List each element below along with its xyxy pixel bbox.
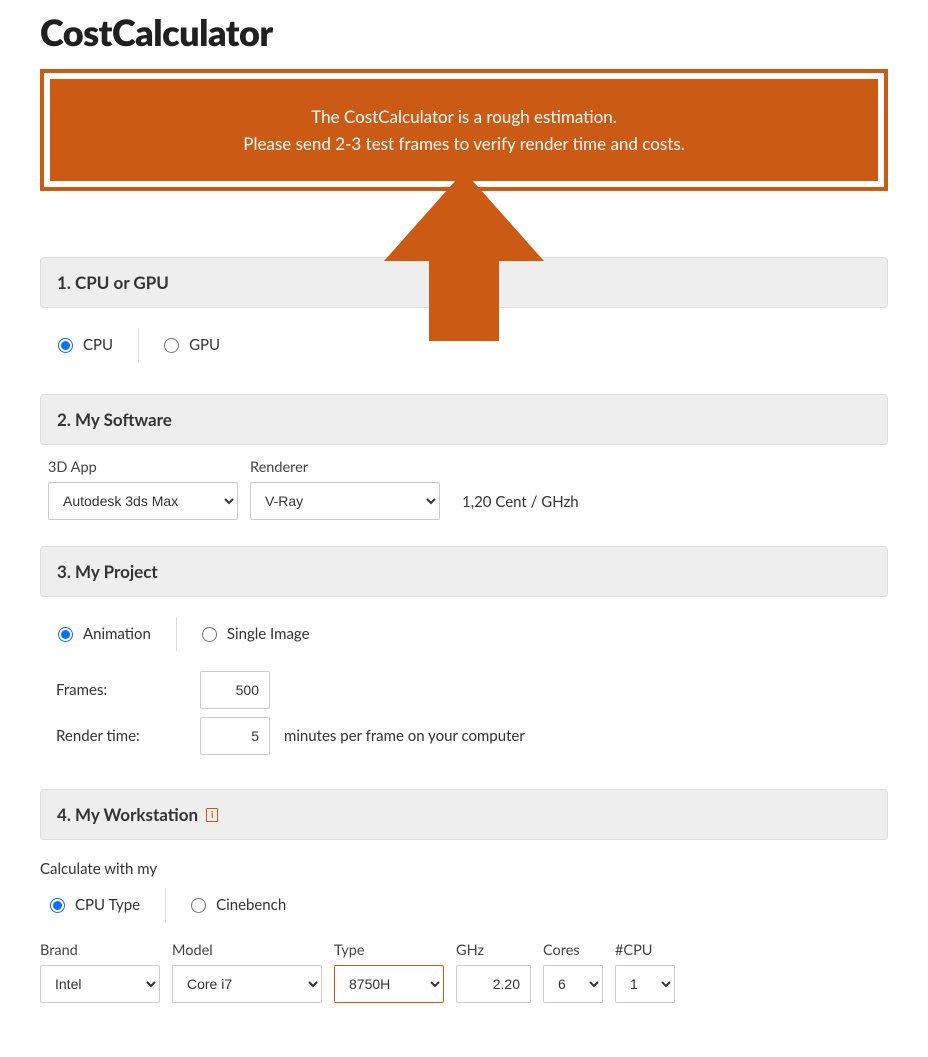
model-label: Model	[172, 942, 322, 959]
brand-select[interactable]: Intel	[40, 965, 160, 1003]
radio-single-image-label: Single Image	[227, 625, 310, 643]
warning-banner: The CostCalculator is a rough estimation…	[40, 69, 888, 191]
price-text: 1,20 Cent / GHzh	[452, 493, 579, 520]
rendertime-hint: minutes per frame on your computer	[284, 727, 525, 745]
section-project-body: Animation Single Image Frames: Render ti…	[40, 597, 888, 777]
section-heading: 2. My Software	[57, 409, 172, 430]
section-cpu-gpu-header: 1. CPU or GPU	[40, 257, 888, 308]
radio-cpu-type[interactable]: CPU Type	[50, 888, 166, 922]
cores-label: Cores	[543, 942, 603, 959]
renderer-label: Renderer	[250, 459, 440, 476]
ncpu-select[interactable]: 1	[615, 965, 675, 1003]
radio-cpu-input[interactable]	[58, 338, 73, 353]
section-cpu-gpu-body: CPU GPU	[40, 308, 888, 382]
section-heading: 4. My Workstation	[57, 804, 198, 825]
radio-animation-label: Animation	[83, 625, 151, 643]
rendertime-label: Render time:	[56, 727, 186, 745]
info-icon[interactable]: i	[206, 808, 218, 822]
section-heading: 1. CPU or GPU	[57, 272, 169, 293]
radio-gpu-label: GPU	[189, 336, 220, 354]
radio-cpu-type-label: CPU Type	[75, 896, 140, 914]
radio-cinebench[interactable]: Cinebench	[191, 896, 311, 914]
section-software-body: 3D App Autodesk 3ds Max Renderer V-Ray 1…	[40, 445, 888, 534]
type-label: Type	[334, 942, 444, 959]
radio-cpu-type-input[interactable]	[50, 898, 65, 913]
radio-single-image-input[interactable]	[202, 627, 217, 642]
calc-with-label: Calculate with my	[40, 860, 880, 878]
frames-label: Frames:	[56, 681, 186, 699]
radio-cinebench-label: Cinebench	[216, 896, 286, 914]
radio-gpu-input[interactable]	[164, 338, 179, 353]
warning-banner-inner: The CostCalculator is a rough estimation…	[50, 79, 878, 181]
radio-animation[interactable]: Animation	[58, 617, 177, 651]
section-workstation-header: 4. My Workstation i	[40, 789, 888, 840]
section-workstation-body: Calculate with my CPU Type Cinebench Bra…	[40, 840, 888, 1017]
cores-select[interactable]: 6	[543, 965, 603, 1003]
section-heading: 3. My Project	[57, 561, 158, 582]
app-select[interactable]: Autodesk 3ds Max	[48, 482, 238, 520]
radio-cpu[interactable]: CPU	[58, 328, 139, 362]
banner-line-2: Please send 2-3 test frames to verify re…	[70, 130, 858, 157]
type-select[interactable]: 8750H	[334, 965, 444, 1003]
page-title: CostCalculator	[40, 10, 888, 54]
radio-cinebench-input[interactable]	[191, 898, 206, 913]
frames-input[interactable]	[200, 671, 270, 709]
radio-gpu[interactable]: GPU	[164, 336, 245, 354]
rendertime-input[interactable]	[200, 717, 270, 755]
ncpu-label: #CPU	[615, 942, 675, 959]
brand-label: Brand	[40, 942, 160, 959]
banner-line-1: The CostCalculator is a rough estimation…	[70, 103, 858, 130]
ghz-input[interactable]	[456, 965, 531, 1003]
radio-animation-input[interactable]	[58, 627, 73, 642]
app-label: 3D App	[48, 459, 238, 476]
section-project-header: 3. My Project	[40, 546, 888, 597]
ghz-label: GHz	[456, 942, 531, 959]
renderer-select[interactable]: V-Ray	[250, 482, 440, 520]
model-select[interactable]: Core i7	[172, 965, 322, 1003]
radio-cpu-label: CPU	[83, 336, 113, 354]
radio-single-image[interactable]: Single Image	[202, 625, 335, 643]
section-software-header: 2. My Software	[40, 394, 888, 445]
